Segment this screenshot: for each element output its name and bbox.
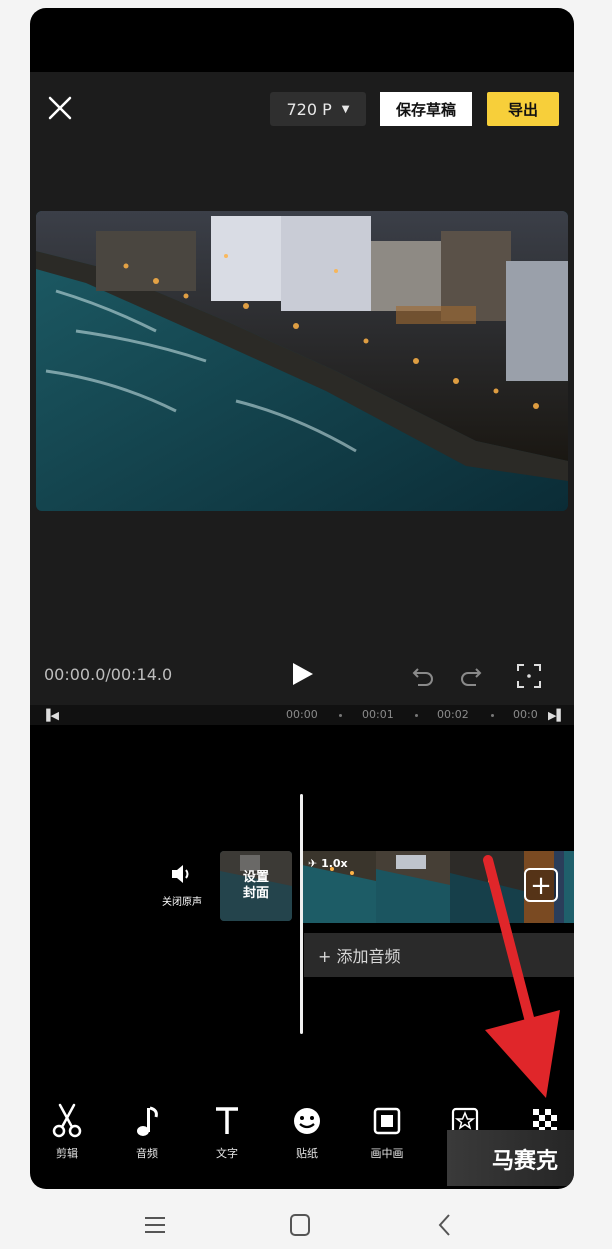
tool-label: 音频	[136, 1147, 158, 1160]
mute-original-label: 关闭原声	[162, 897, 202, 908]
resolution-value: 720 P	[286, 99, 332, 119]
dropdown-caret-icon: ▼	[341, 103, 350, 115]
system-nav-bar	[0, 1200, 612, 1249]
tool-label: 文字	[216, 1147, 238, 1160]
text-icon	[216, 1107, 238, 1134]
add-audio-button[interactable]: + 添加音频	[304, 933, 574, 977]
menu-icon[interactable]	[140, 1210, 170, 1240]
ruler-tick: 00:00	[286, 708, 318, 721]
redo-icon[interactable]	[458, 663, 484, 689]
clip-thumbnail[interactable]	[376, 851, 450, 923]
play-icon[interactable]	[288, 660, 316, 688]
add-clip-button[interactable]: +	[524, 868, 558, 902]
tool-label: 画中画	[370, 1147, 404, 1160]
tool-label: 剪辑	[56, 1147, 78, 1160]
speed-badge: ✈ 1.0x	[308, 857, 348, 870]
close-icon[interactable]	[46, 94, 74, 122]
undo-icon[interactable]	[410, 663, 436, 689]
ruler-dot	[491, 714, 494, 717]
tool-audio[interactable]: 音频	[112, 1103, 182, 1161]
tool-text[interactable]: 文字	[192, 1103, 262, 1161]
ruler-dot	[339, 714, 342, 717]
video-preview[interactable]	[36, 211, 568, 511]
set-cover-label: 设置 封面	[242, 870, 269, 901]
ruler-dot	[415, 714, 418, 717]
ruler-tick: 00:01	[362, 708, 394, 721]
skip-start-icon[interactable]: ▐◀	[42, 709, 59, 722]
playback-timecode: 00:00.0/00:14.0	[44, 665, 173, 684]
tool-edit[interactable]: 剪辑	[32, 1103, 102, 1161]
ruler-tick: 00:0	[513, 708, 538, 721]
ruler-tick: 00:02	[437, 708, 469, 721]
mosaic-label: 马赛克	[492, 1149, 559, 1174]
clip-thumbnail[interactable]	[450, 851, 524, 923]
video-frame-image	[36, 211, 568, 511]
music-note-icon	[137, 1106, 158, 1136]
timeline-ruler[interactable]: ▐◀ 00:00 00:01 00:02 00:0 ▶▌	[30, 705, 574, 725]
export-button[interactable]: 导出	[487, 92, 559, 126]
set-cover-button[interactable]: 设置 封面	[220, 851, 292, 921]
picture-in-picture-icon	[373, 1107, 401, 1135]
speaker-icon	[172, 865, 189, 883]
tool-label: 贴纸	[296, 1147, 318, 1160]
back-icon[interactable]	[430, 1210, 460, 1240]
sticker-icon	[294, 1108, 320, 1134]
tool-picture-in-picture[interactable]: 画中画	[352, 1103, 422, 1161]
home-icon[interactable]	[285, 1210, 315, 1240]
skip-end-icon[interactable]: ▶▌	[548, 709, 565, 722]
scissors-icon	[52, 1103, 82, 1138]
rocket-icon: ✈	[308, 857, 318, 870]
fullscreen-icon[interactable]	[516, 663, 542, 689]
mute-original-button[interactable]: 关闭原声	[152, 863, 212, 908]
speed-value: 1.0x	[321, 857, 348, 870]
playhead[interactable]	[300, 794, 303, 1034]
save-draft-button[interactable]: 保存草稿	[380, 92, 472, 126]
editor-screen: 720 P ▼ 保存草稿 导出 00:00.0/00:14.0 ▐◀ 00:00…	[30, 8, 574, 1189]
tool-sticker[interactable]: 贴纸	[272, 1103, 342, 1161]
resolution-dropdown[interactable]: 720 P ▼	[270, 92, 366, 126]
